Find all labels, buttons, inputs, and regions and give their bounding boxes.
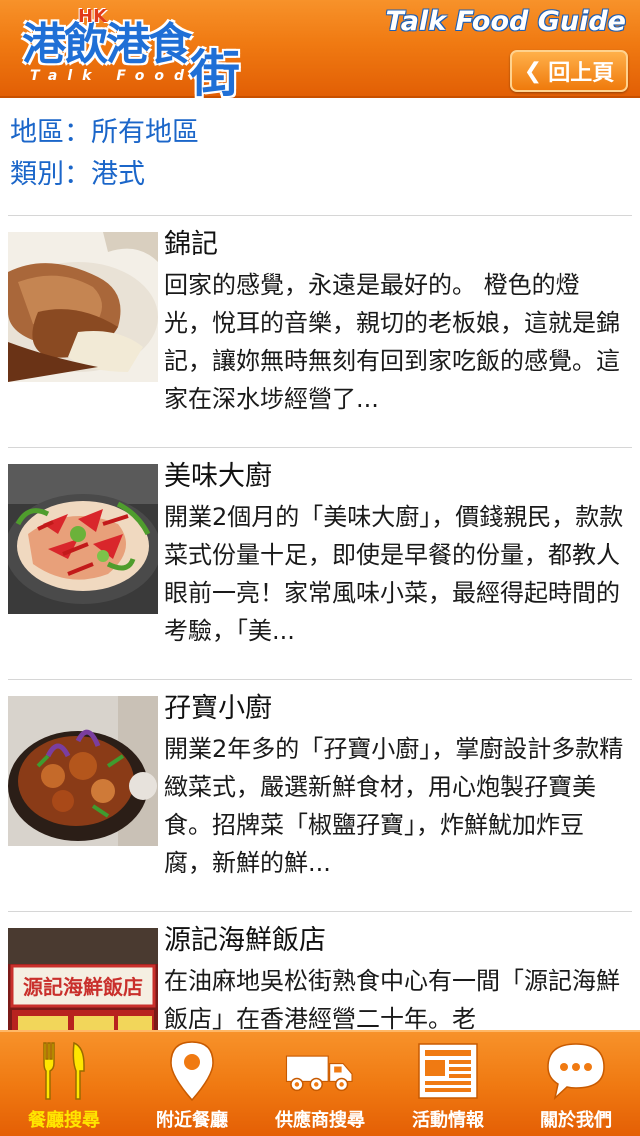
restaurant-photo: 源記海鮮飯店: [8, 928, 158, 1030]
restaurant-description: 開業2個月的「美味大廚」，價錢親民，款款菜式份量十足，即使是早餐的份量，都教人眼…: [164, 503, 624, 645]
tab-restaurant-search[interactable]: 餐廳搜尋: [0, 1032, 128, 1136]
restaurant-name: 孖寶小廚: [164, 693, 272, 724]
back-button[interactable]: ❮ 回上頁: [510, 50, 628, 92]
region-filter[interactable]: 地區：所有地區: [10, 112, 199, 154]
tab-label: 餐廳搜尋: [28, 1110, 100, 1131]
app-logo: 港飲港食 HK Talk Food 街: [22, 6, 252, 103]
logo-sub-text: Talk Food: [30, 68, 195, 84]
restaurant-list[interactable]: 錦記 回家的感覺，永遠是最好的。 橙色的燈光，悅耳的音樂，親切的老板娘，這就是錦…: [0, 216, 640, 1030]
app-title: Talk Food Guide: [385, 6, 627, 37]
tab-supplier-search[interactable]: 供應商搜尋: [256, 1032, 384, 1136]
tab-events[interactable]: 活動情報: [384, 1032, 512, 1136]
restaurant-name: 錦記: [164, 229, 218, 260]
restaurant-name: 源記海鮮飯店: [164, 925, 326, 956]
restaurant-photo: [8, 232, 158, 382]
tab-label: 供應商搜尋: [275, 1110, 365, 1131]
tab-about-us[interactable]: 關於我們: [512, 1032, 640, 1136]
logo-street-text: 街: [190, 45, 240, 103]
truck-icon: [285, 1040, 355, 1102]
tab-nearby-restaurants[interactable]: 附近餐廳: [128, 1032, 256, 1136]
tab-label: 活動情報: [412, 1110, 484, 1131]
list-item[interactable]: 孖寶小廚 開業2年多的「孖寶小廚」，掌廚設計多款精緻菜式，嚴選新鮮食材，用心炮製…: [0, 680, 640, 912]
app-header: 港飲港食 HK Talk Food 街 Talk Food Guide ❮ 回上…: [0, 0, 640, 103]
fork-knife-icon: [29, 1040, 99, 1102]
chevron-left-icon: ❮: [523, 58, 543, 84]
restaurant-photo: [8, 464, 158, 614]
tab-label: 附近餐廳: [156, 1110, 228, 1131]
tab-label: 關於我們: [540, 1110, 612, 1131]
back-button-label: 回上頁: [548, 61, 615, 86]
restaurant-description: 在油麻地吳松街熟食中心有一間「源記海鮮飯店」在香港經營二十年。老: [164, 967, 620, 1030]
bottom-tab-bar: 餐廳搜尋 附近餐廳 供應商搜尋 活動情報 關於我們: [0, 1030, 640, 1136]
list-item[interactable]: 美味大廚 開業2個月的「美味大廚」，價錢親民，款款菜式份量十足，即使是早餐的份量…: [0, 448, 640, 680]
newspaper-icon: [413, 1040, 483, 1102]
filter-summary: 地區：所有地區 類別：港式: [10, 112, 199, 196]
category-filter[interactable]: 類別：港式: [10, 154, 199, 196]
restaurant-photo: [8, 696, 158, 846]
list-item[interactable]: 源記海鮮飯店 源記海鮮飯店 在油麻地吳松街熟食中心有一間「源記海鮮飯店」在香港經…: [0, 912, 640, 1030]
restaurant-description: 回家的感覺，永遠是最好的。 橙色的燈光，悅耳的音樂，親切的老板娘，這就是錦記，讓…: [164, 271, 620, 413]
chat-bubble-icon: [541, 1040, 611, 1102]
restaurant-description: 開業2年多的「孖寶小廚」，掌廚設計多款精緻菜式，嚴選新鮮食材，用心炮製孖寶美食。…: [164, 735, 624, 877]
restaurant-name: 美味大廚: [164, 461, 272, 492]
list-item[interactable]: 錦記 回家的感覺，永遠是最好的。 橙色的燈光，悅耳的音樂，親切的老板娘，這就是錦…: [0, 216, 640, 448]
logo-hk-text: HK: [78, 6, 108, 27]
sign-text: 源記海鮮飯店: [23, 975, 143, 999]
map-pin-icon: [157, 1040, 227, 1102]
